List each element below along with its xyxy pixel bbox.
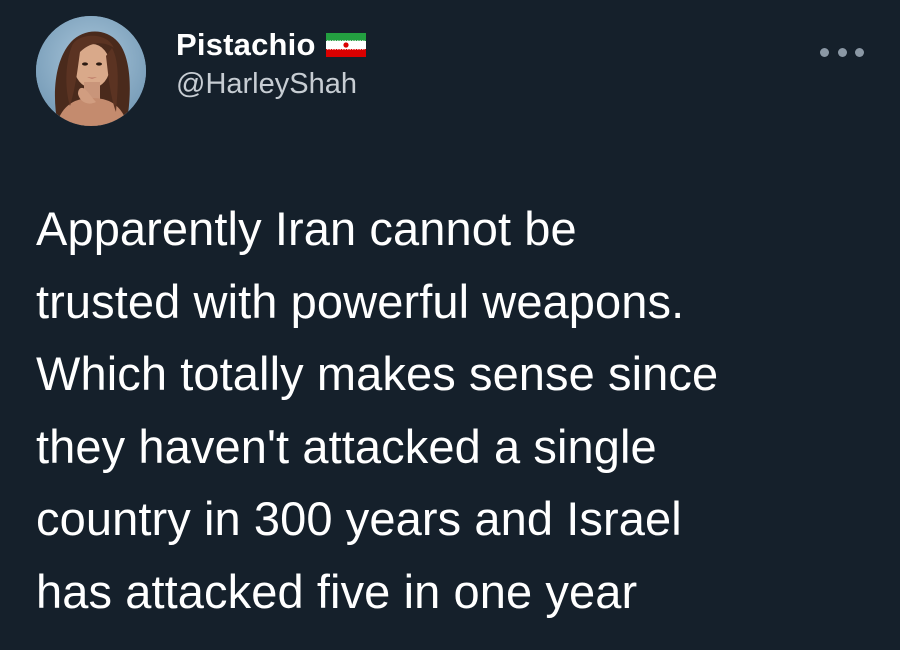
avatar[interactable] <box>36 16 146 126</box>
display-name[interactable]: Pistachio <box>176 27 316 63</box>
tweet-text-line: Which totally makes sense since <box>36 347 719 400</box>
user-handle[interactable]: @HarleyShah <box>176 68 366 101</box>
display-name-row: Pistachio <box>176 22 366 68</box>
iran-flag-icon <box>325 33 366 57</box>
tweet-text: Apparently Iran cannot be trusted with p… <box>36 193 876 628</box>
tweet-text-line: Apparently Iran cannot be <box>36 202 577 255</box>
tweet-text-line: has attacked five in one year <box>36 564 638 618</box>
more-options-icon[interactable] <box>820 44 864 60</box>
tweet-card: Pistachio @HarleyShah Apparently Iran ca… <box>0 0 900 650</box>
profile-photo-icon <box>36 16 146 126</box>
tweet-text-line: they haven't attacked a single <box>36 419 657 473</box>
tweet-header: Pistachio @HarleyShah <box>36 16 864 126</box>
more-dot <box>820 47 829 57</box>
tweet-text-line: trusted with powerful weapons. <box>36 274 685 328</box>
more-dot <box>837 47 847 57</box>
user-names: Pistachio @HarleyShah <box>176 22 366 101</box>
tweet-text-line: country in 300 years and Israel <box>36 492 682 545</box>
more-dot <box>855 47 864 57</box>
